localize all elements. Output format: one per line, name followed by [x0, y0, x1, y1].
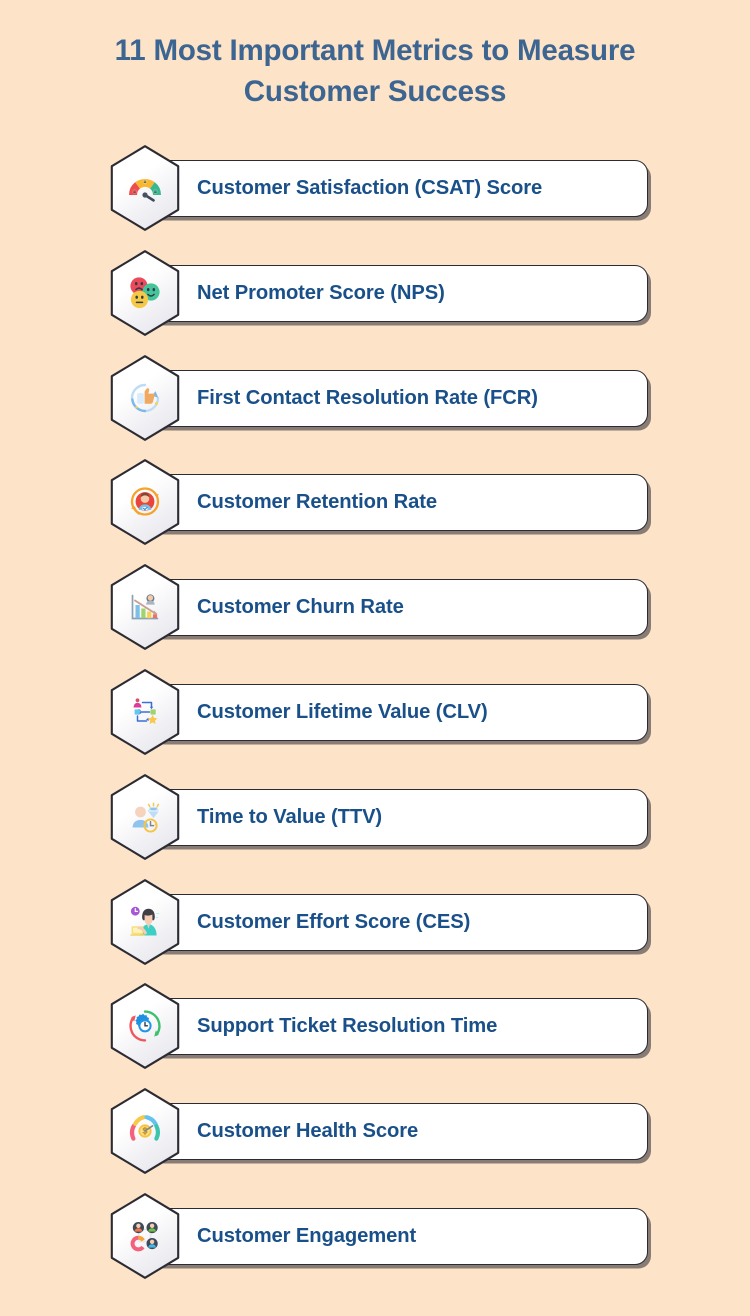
metric-badge	[108, 144, 182, 232]
metric-row[interactable]: Customer Retention Rate	[0, 459, 750, 571]
lifecycle-flow-star-icon	[125, 692, 165, 732]
metric-row[interactable]: First Contact Resolution Rate (FCR)	[0, 354, 750, 467]
metric-bar[interactable]: First Contact Resolution Rate (FCR)	[148, 369, 648, 427]
metric-row[interactable]: Customer Lifetime Value (CLV)	[0, 669, 750, 781]
metric-bar[interactable]: Time to Value (TTV)	[148, 788, 648, 846]
metric-badge	[108, 982, 182, 1070]
metric-label: First Contact Resolution Rate (FCR)	[197, 386, 538, 409]
metric-badge	[108, 249, 182, 337]
metric-label: Customer Health Score	[197, 1120, 419, 1143]
metric-badge	[108, 1192, 182, 1280]
metric-bar[interactable]: Customer Effort Score (CES)	[148, 893, 648, 951]
three-emoji-faces-icon	[125, 273, 165, 313]
declining-bar-chart-icon	[125, 587, 165, 627]
metrics-list: Customer Satisfaction (CSAT) Score Net P…	[0, 145, 750, 1305]
metric-badge	[108, 773, 182, 861]
thumbs-up-refresh-icon	[125, 378, 165, 418]
metric-row[interactable]: Customer Effort Score (CES)	[0, 878, 750, 991]
metric-badge	[108, 354, 182, 442]
metric-bar[interactable]: Net Promoter Score (NPS)	[148, 264, 648, 322]
metric-label: Customer Churn Rate	[197, 596, 404, 619]
metric-label: Support Ticket Resolution Time	[197, 1015, 498, 1038]
satisfaction-gauge-icon	[125, 168, 165, 208]
avatar-network-icon	[125, 1216, 165, 1256]
health-gauge-coin-icon	[125, 1111, 165, 1151]
metric-label: Time to Value (TTV)	[197, 805, 383, 828]
metric-bar[interactable]: Customer Retention Rate	[148, 474, 648, 532]
person-retention-loop-icon	[125, 482, 165, 522]
metric-row[interactable]: Time to Value (TTV)	[0, 773, 750, 886]
metric-bar[interactable]: Support Ticket Resolution Time	[148, 998, 648, 1056]
woman-laptop-clock-icon	[125, 902, 165, 942]
metric-row[interactable]: Net Promoter Score (NPS)	[0, 249, 750, 362]
metric-label: Customer Retention Rate	[197, 491, 437, 514]
metric-label: Customer Satisfaction (CSAT) Score	[197, 177, 543, 199]
metric-label: Customer Lifetime Value (CLV)	[197, 700, 488, 723]
page-title: 11 Most Important Metrics to Measure Cus…	[114, 34, 636, 108]
metric-bar[interactable]: Customer Engagement	[148, 1207, 648, 1265]
person-diamond-clock-icon	[125, 797, 165, 837]
metric-row[interactable]: Support Ticket Resolution Time	[0, 983, 750, 1095]
metric-badge	[108, 458, 182, 546]
gear-clock-arrows-icon	[125, 1006, 165, 1046]
metric-label: Customer Engagement	[197, 1224, 417, 1247]
metric-bar[interactable]: Customer Lifetime Value (CLV)	[148, 683, 648, 741]
metric-badge	[108, 563, 182, 651]
metric-row[interactable]: Customer Engagement	[0, 1193, 750, 1305]
metric-bar[interactable]: Customer Churn Rate	[148, 579, 648, 637]
metric-label: Net Promoter Score (NPS)	[197, 281, 445, 304]
metric-label: Customer Effort Score (CES)	[197, 910, 471, 933]
metric-bar[interactable]: Customer Satisfaction (CSAT) Score	[148, 160, 648, 217]
metric-bar[interactable]: Customer Health Score	[148, 1103, 648, 1161]
metric-badge	[108, 1087, 182, 1175]
metric-badge	[108, 878, 182, 966]
metric-badge	[108, 668, 182, 756]
metric-row[interactable]: Customer Churn Rate	[0, 564, 750, 676]
metric-row[interactable]: Customer Satisfaction (CSAT) Score	[0, 145, 750, 257]
metric-row[interactable]: Customer Health Score	[0, 1088, 750, 1200]
